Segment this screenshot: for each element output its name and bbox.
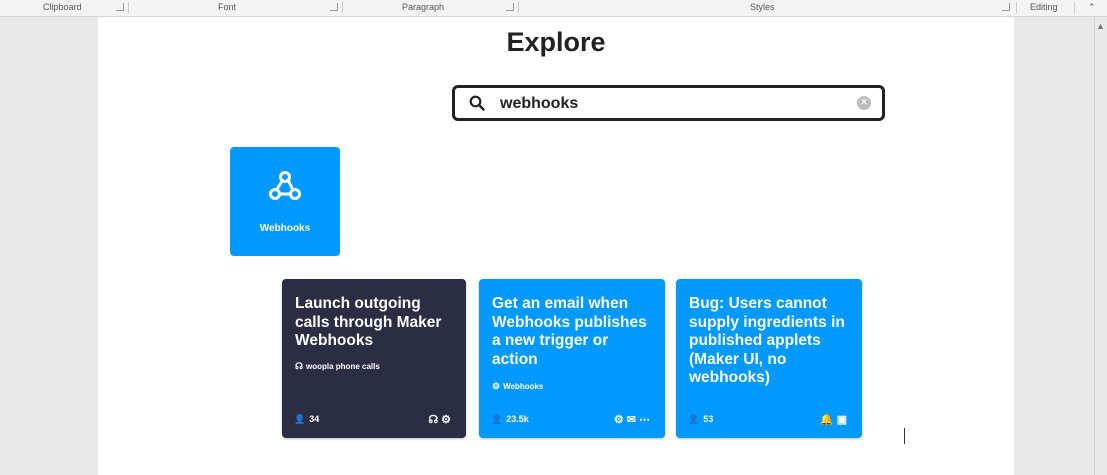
user-count: 34: [309, 414, 320, 424]
webhooks-icon: [267, 169, 303, 208]
user-icon: 👤: [491, 414, 503, 424]
service-tile-webhooks[interactable]: Webhooks: [230, 147, 340, 256]
applet-service-icons: ☊⚙: [428, 413, 454, 426]
ribbon-group-paragraph: Paragraph: [402, 2, 445, 12]
applet-card[interactable]: Launch outgoing calls through Maker Webh…: [282, 279, 466, 438]
more-icon: ⋯: [639, 414, 653, 426]
webhooks-icon: ⚙: [613, 414, 627, 426]
page-title: Explore: [506, 27, 606, 57]
byline-text: Webhooks: [503, 382, 544, 391]
paragraph-launcher-icon[interactable]: [506, 3, 514, 11]
ribbon-collapse-icon[interactable]: ⌃: [1088, 2, 1096, 13]
applet-title: Get an email when Webhooks publishes a n…: [492, 295, 647, 368]
document-page[interactable]: Explore webhooks × Webhooks Launch outgo…: [98, 17, 1014, 475]
applet-users: 👤 23.5k: [491, 414, 529, 425]
ribbon-group-labels: Clipboard Font Paragraph Styles Editing …: [0, 0, 1107, 17]
search-value: webhooks: [500, 95, 579, 112]
applet-card[interactable]: Bug: Users cannot supply ingredients in …: [676, 279, 862, 438]
service-name: Webhooks: [259, 223, 311, 234]
woopla-icon: ☊: [428, 414, 442, 426]
applet-byline: ⚙ Webhooks: [492, 381, 543, 392]
applet-users: 👤 53: [688, 414, 713, 425]
search-icon: [469, 95, 485, 116]
ribbon-divider: [342, 2, 343, 13]
ribbon-divider: [128, 2, 129, 13]
styles-launcher-icon[interactable]: [1002, 3, 1010, 11]
applet-service-icons: 🔔▣: [820, 413, 850, 426]
applet-users: 👤 34: [294, 414, 319, 425]
scroll-up-icon[interactable]: ▲: [1096, 21, 1105, 31]
email-icon: ✉: [626, 414, 639, 426]
ribbon-group-editing: Editing: [1030, 2, 1058, 12]
document-right-margin: ▲: [1014, 17, 1107, 475]
applet-service-icons: ⚙✉⋯: [614, 413, 653, 426]
user-icon: 👤: [688, 414, 700, 424]
ruler-line: [1094, 17, 1095, 475]
user-count: 53: [703, 414, 714, 424]
ribbon-group-styles: Styles: [750, 2, 775, 12]
webhooks-icon: ⚙: [441, 414, 454, 426]
ribbon-group-clipboard: Clipboard: [43, 2, 82, 12]
calendar-icon: ▣: [836, 414, 850, 426]
ribbon-divider: [1074, 2, 1075, 13]
applet-byline: ☊ woopla phone calls: [295, 361, 380, 372]
font-launcher-icon[interactable]: [330, 3, 338, 11]
clipboard-launcher-icon[interactable]: [116, 3, 124, 11]
user-icon: 👤: [294, 414, 306, 424]
ribbon-divider: [1016, 2, 1017, 13]
notification-icon: 🔔: [819, 414, 837, 426]
applet-card[interactable]: Get an email when Webhooks publishes a n…: [479, 279, 665, 438]
user-count: 23.5k: [506, 414, 529, 424]
byline-text: woopla phone calls: [306, 362, 380, 371]
ribbon-divider: [518, 2, 519, 13]
text-cursor: [904, 428, 905, 444]
webhooks-icon: ⚙: [492, 381, 501, 391]
ribbon-group-font: Font: [218, 2, 237, 12]
search-input[interactable]: webhooks ×: [452, 85, 885, 121]
applet-title: Bug: Users cannot supply ingredients in …: [689, 295, 845, 386]
document-left-margin: [0, 17, 98, 475]
clear-search-icon[interactable]: ×: [857, 96, 871, 110]
woopla-icon: ☊: [295, 361, 303, 371]
applet-title: Launch outgoing calls through Maker Webh…: [295, 295, 442, 349]
